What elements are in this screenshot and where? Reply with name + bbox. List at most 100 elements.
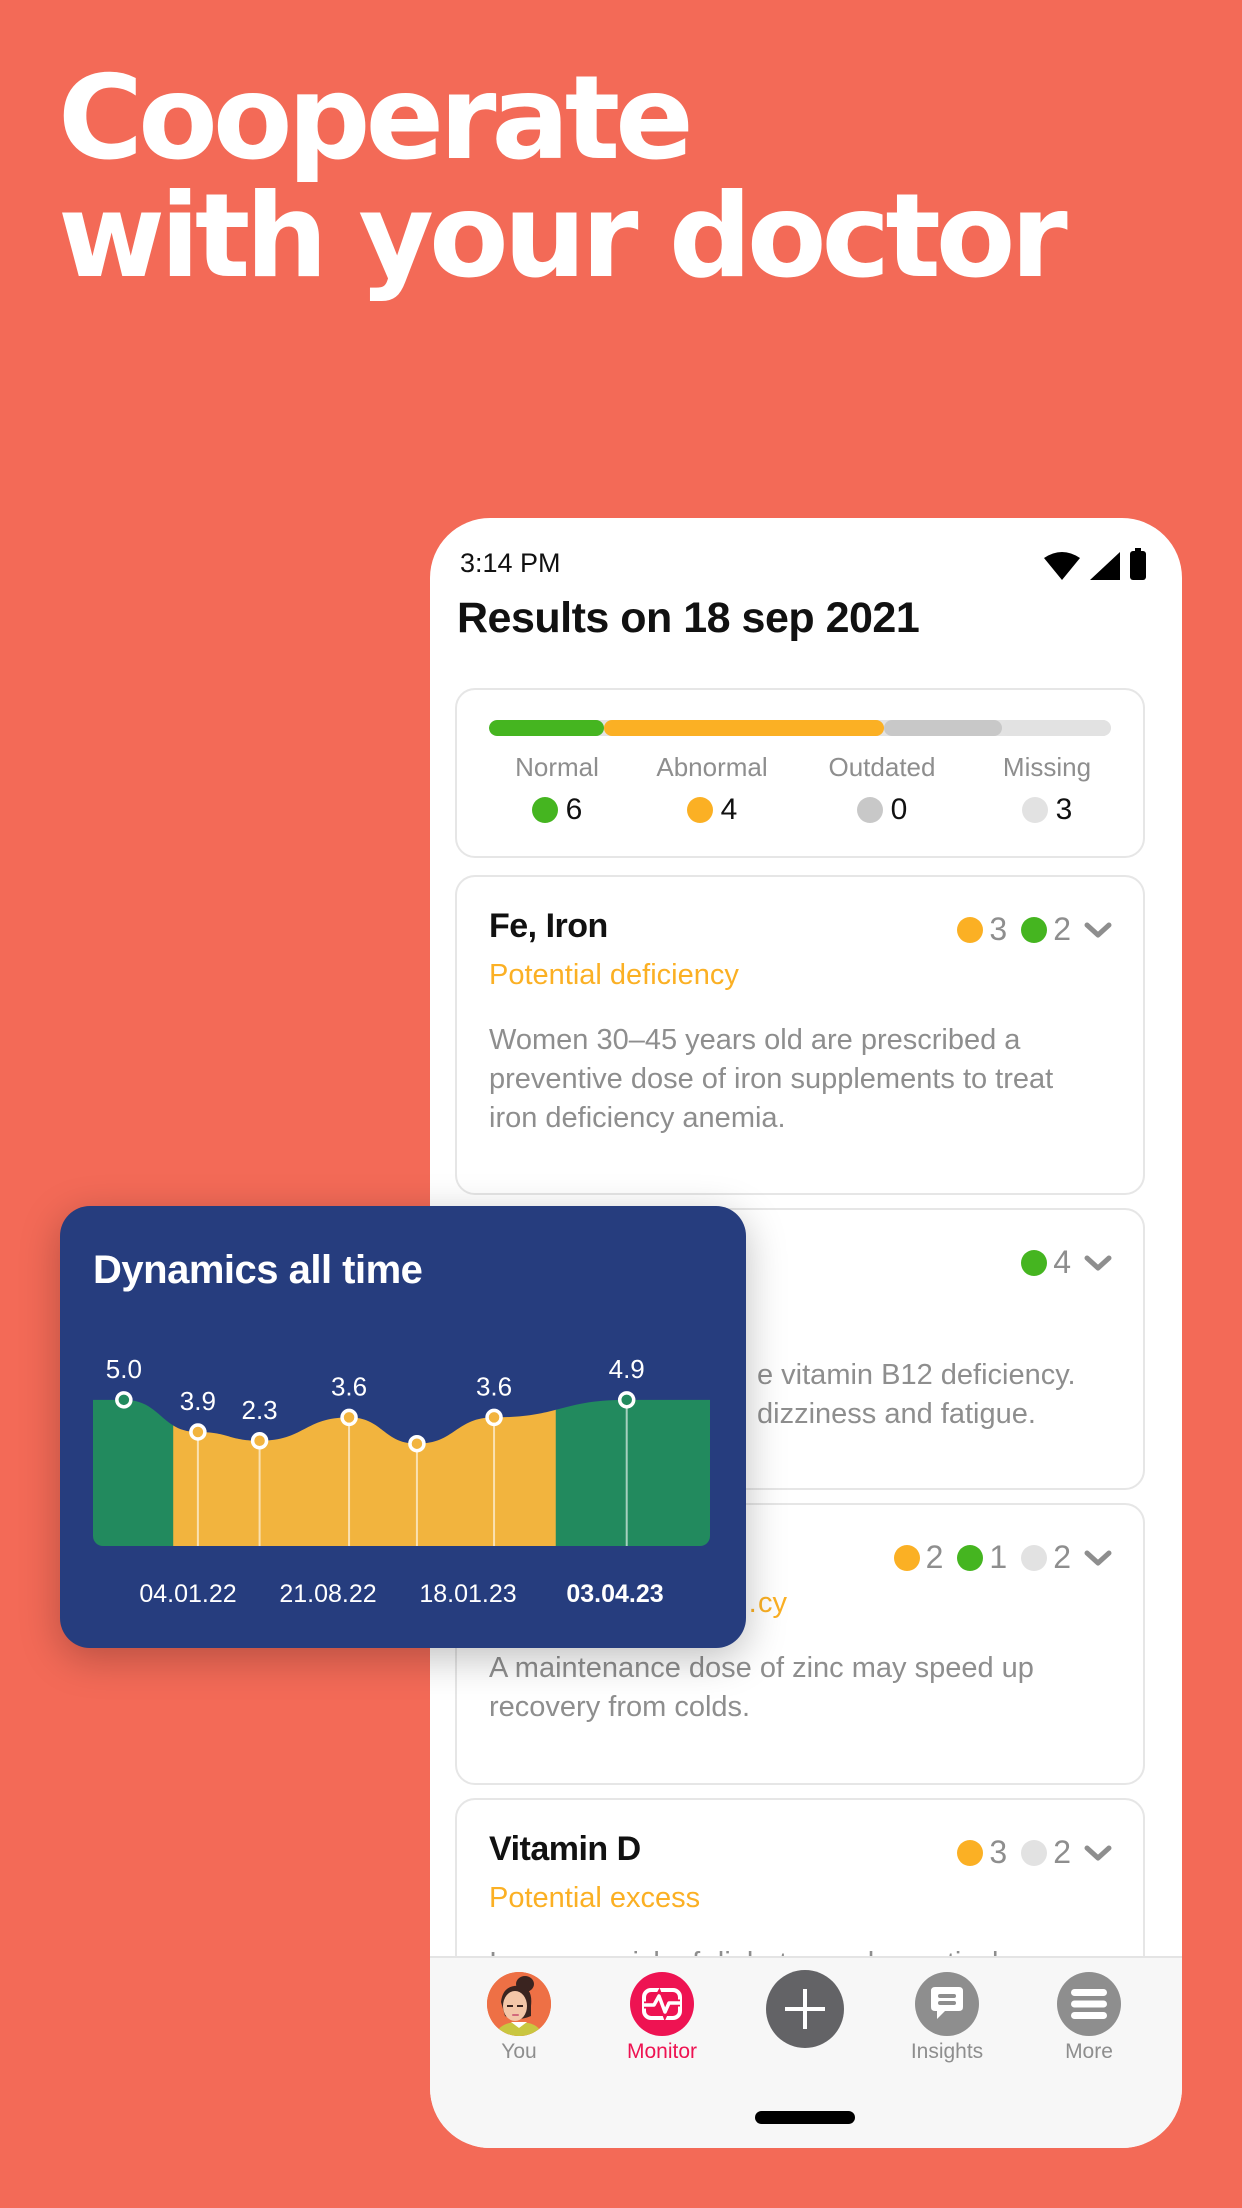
status-dot-abnormal [686, 797, 713, 823]
status-icons [1044, 548, 1146, 580]
legend-label: Missing [1002, 752, 1092, 782]
chevron-down-icon[interactable] [1083, 1543, 1113, 1573]
monitor-icon [630, 1972, 694, 2036]
status-dot-normal [1021, 916, 1048, 943]
headline-line-2: with your doctor [58, 169, 1068, 304]
page-title: Results on 18 sep 2021 [457, 594, 920, 642]
chart-point [250, 1432, 269, 1450]
chart-data-label: 3.6 [331, 1371, 367, 1401]
tab-you[interactable]: You [459, 1972, 579, 2064]
chart-point [617, 1391, 636, 1409]
biomarker-card-iron[interactable]: Fe, Iron Potential deficiency Women 30–4… [455, 875, 1145, 1195]
description-line: dizziness and fatigue. [757, 1398, 1036, 1430]
status-dot-missing [1021, 1839, 1048, 1866]
dynamics-chart-card: Dynamics all time 5.0 3.9 2.3 3.6 3.6 4.9 04.… [60, 1206, 746, 1648]
badge-count: 3 [989, 911, 1008, 947]
badge-count: 2 [925, 1539, 944, 1575]
chart-x-tick: 04.01.22 [139, 1580, 236, 1608]
plus-icon [766, 1970, 844, 2048]
progress-segment-missing [1002, 720, 1111, 736]
status-dot-missing [1021, 797, 1048, 823]
chat-icon [915, 1972, 979, 2036]
progress-segment-normal [489, 720, 605, 736]
legend-count: 4 [720, 793, 738, 826]
chevron-down-icon[interactable] [1083, 915, 1113, 945]
tab-monitor[interactable]: Monitor [602, 1972, 722, 2064]
tab-label: You [501, 2040, 537, 2063]
status-dot-outdated [856, 797, 883, 823]
chevron-down-icon[interactable] [1083, 1838, 1113, 1868]
legend-label: Normal [515, 752, 599, 782]
description-line: e vitamin B12 deficiency. [757, 1359, 1076, 1391]
chart-data-label: 4.9 [609, 1354, 645, 1384]
chart-x-tick: 21.08.22 [279, 1580, 376, 1608]
status-bar: 3:14 PM [460, 542, 1152, 582]
biomarker-badges: 4 [1015, 1244, 1113, 1281]
badge-count: 2 [1053, 911, 1071, 947]
legend-item-normal[interactable]: Normal 6 [507, 752, 607, 828]
legend-item-outdated[interactable]: Outdated 0 [807, 752, 957, 828]
chart-x-tick: 18.01.23 [419, 1580, 516, 1608]
progress-segment-abnormal [604, 720, 884, 736]
tab-label: More [1065, 2040, 1113, 2063]
signal-icon [1090, 552, 1120, 580]
badge-count: 4 [1053, 1244, 1071, 1280]
legend-count: 0 [890, 793, 908, 826]
biomarker-badges: 3 2 [951, 1834, 1113, 1871]
tab-more[interactable]: More [1029, 1972, 1149, 2064]
biomarker-badges: 2 1 2 [888, 1539, 1113, 1576]
battery-icon [1130, 548, 1146, 580]
legend-item-missing[interactable]: Missing 3 [977, 752, 1117, 828]
chevron-down-icon[interactable] [1083, 1248, 1113, 1278]
chart-point [189, 1423, 207, 1441]
tab-label: Monitor [626, 2040, 698, 2063]
status-dot-abnormal [957, 1839, 984, 1866]
status-dot-normal [957, 1544, 984, 1571]
biomarker-status: Potential excess [489, 1882, 701, 1914]
legend-item-abnormal[interactable]: Abnormal 4 [637, 752, 787, 828]
headline: Cooperate with your doctor [58, 51, 1068, 304]
legend-count: 6 [565, 793, 583, 826]
chart-point [115, 1391, 133, 1409]
status-dot-normal [1021, 1249, 1048, 1276]
biomarker-name: Vitamin D [489, 1830, 641, 1868]
chart-point [408, 1434, 426, 1453]
tab-label: Insights [910, 2040, 984, 2063]
chart-data-label: 3.9 [180, 1386, 216, 1416]
chart-data-label: 3.6 [476, 1371, 512, 1401]
biomarker-description: Women 30–45 years old are prescribed a p… [489, 1024, 1054, 1134]
biomarker-badges: 3 2 [951, 911, 1113, 948]
legend-label: Outdated [828, 752, 936, 782]
biomarker-status: Potential deficiency [489, 959, 739, 991]
home-indicator[interactable] [755, 2111, 855, 2124]
badge-count: 1 [989, 1539, 1008, 1575]
avatar [487, 1972, 551, 2036]
results-progress-bar [489, 720, 1111, 736]
results-summary-card: Normal 6 Abnormal 4 Outdated 0 Missing 3 [455, 688, 1145, 858]
progress-segment-outdated [883, 720, 1003, 736]
chart-x-tick: 03.04.23 [566, 1580, 663, 1608]
chart-data-label: 2.3 [242, 1395, 278, 1425]
badge-count: 2 [1053, 1834, 1071, 1870]
tab-insights[interactable]: Insights [887, 1972, 1007, 2064]
biomarker-name: Fe, Iron [489, 907, 608, 945]
add-button[interactable] [745, 1970, 865, 2048]
status-dot-normal [531, 797, 558, 823]
biomarker-description: e vitamin B12 deficiency. dizziness and … [757, 1356, 1113, 1434]
chart-point [340, 1408, 358, 1427]
status-dot-abnormal [893, 1544, 920, 1571]
status-time: 3:14 PM [460, 548, 561, 578]
headline-line-1: Cooperate [58, 51, 694, 186]
badge-count: 2 [1053, 1539, 1071, 1575]
chart-data-label: 5.0 [106, 1354, 142, 1384]
chart-point [485, 1408, 503, 1427]
menu-icon [1057, 1972, 1121, 2036]
dynamics-chart: 5.0 3.9 2.3 3.6 3.6 4.9 04.01.22 21.08.22 18.01… [93, 1354, 710, 1608]
badge-count: 3 [989, 1834, 1008, 1870]
legend-count: 3 [1055, 793, 1073, 826]
bottom-tab-bar: You Monitor Insights More [430, 1956, 1182, 2148]
avatar-illustration [487, 1972, 551, 2036]
legend-label: Abnormal [656, 752, 768, 782]
status-dot-missing [1021, 1544, 1048, 1571]
status-dot-abnormal [957, 916, 984, 943]
